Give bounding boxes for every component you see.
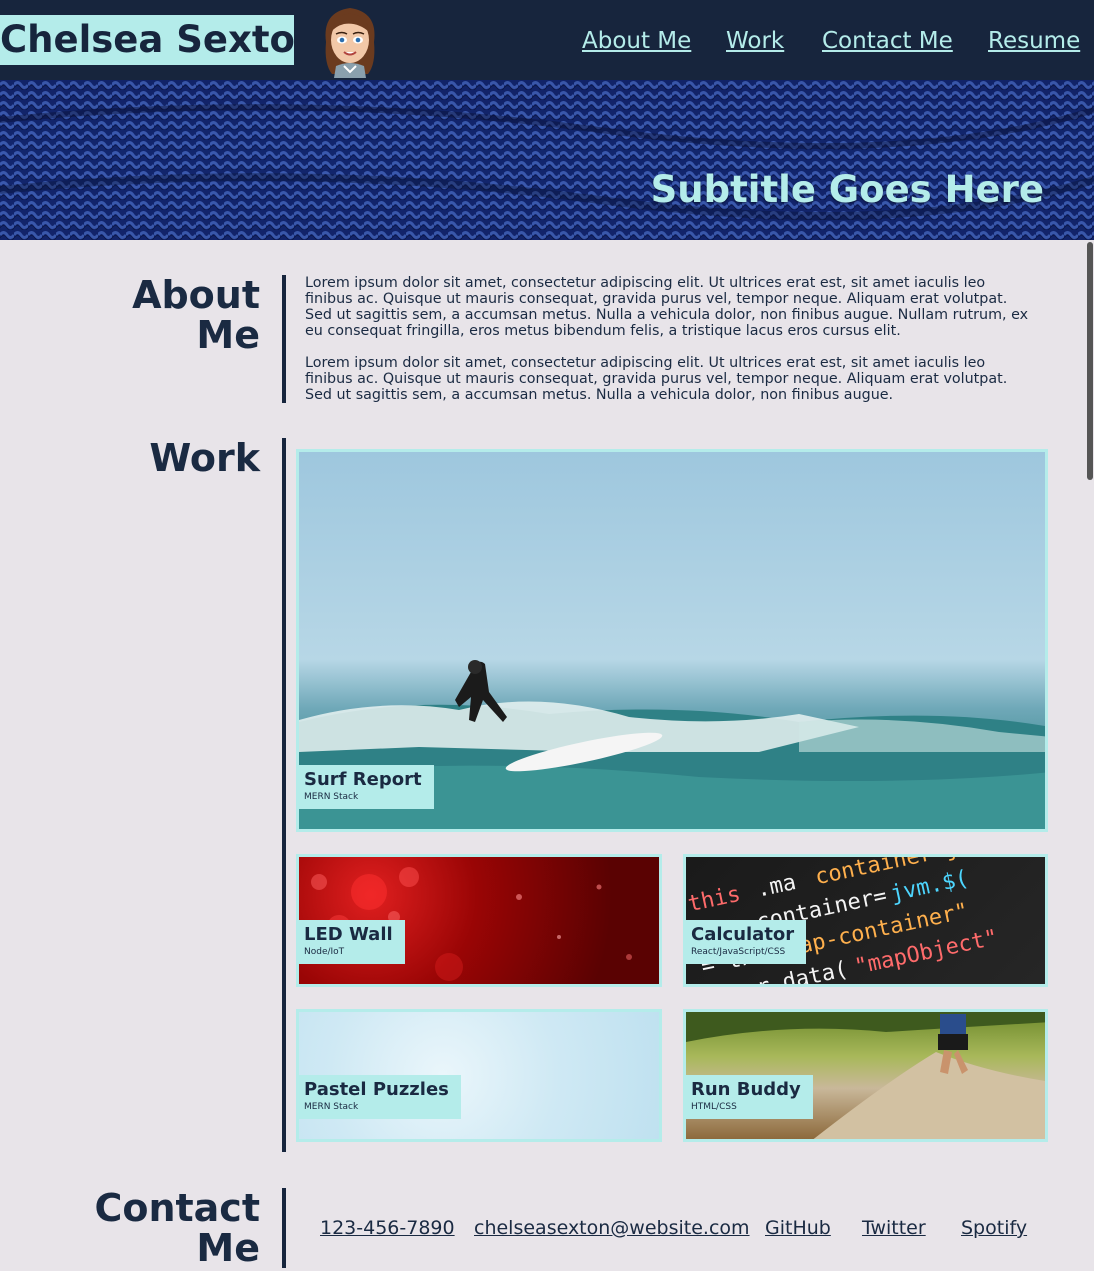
hero-subtitle: Subtitle Goes Here bbox=[650, 168, 1044, 211]
project-card-run-buddy[interactable]: Run Buddy HTML/CSS bbox=[683, 1009, 1048, 1142]
scrollbar-thumb[interactable] bbox=[1087, 242, 1093, 480]
nav-contact-me[interactable]: Contact Me bbox=[822, 24, 953, 58]
project-title: Pastel Puzzles bbox=[304, 1079, 449, 1100]
project-label: Surf Report MERN Stack bbox=[299, 765, 434, 809]
work-title: Work bbox=[149, 436, 260, 480]
about-text: Lorem ipsum dolor sit amet, consectetur … bbox=[305, 275, 1035, 419]
about-divider bbox=[282, 275, 286, 403]
project-label: Run Buddy HTML/CSS bbox=[686, 1075, 813, 1119]
project-card-led-wall[interactable]: LED Wall Node/IoT bbox=[296, 854, 662, 987]
contact-divider bbox=[282, 1188, 286, 1268]
project-title: Run Buddy bbox=[691, 1079, 801, 1100]
contact-email-link[interactable]: chelseasexton@website.com bbox=[474, 1215, 750, 1241]
site-header: Chelsea Sexton About Me Work Contact Me … bbox=[0, 0, 1094, 80]
project-stack: MERN Stack bbox=[304, 1102, 359, 1112]
nav-about-me[interactable]: About Me bbox=[582, 24, 691, 58]
contact-phone-link[interactable]: 123-456-7890 bbox=[320, 1215, 455, 1241]
contact-spotify-link[interactable]: Spotify bbox=[961, 1215, 1027, 1241]
svg-text:.ma: .ma bbox=[754, 870, 798, 903]
nav-resume[interactable]: Resume bbox=[988, 24, 1080, 58]
contact-title: Contact Me bbox=[94, 1186, 260, 1270]
svg-text:this: this bbox=[686, 882, 743, 917]
project-stack: Node/IoT bbox=[304, 947, 345, 957]
project-title: Calculator bbox=[691, 924, 795, 945]
project-label: Calculator React/JavaScript/CSS bbox=[686, 920, 807, 964]
project-title: LED Wall bbox=[304, 924, 393, 945]
project-label: Pastel Puzzles MERN Stack bbox=[299, 1075, 461, 1119]
hero-banner: Subtitle Goes Here bbox=[0, 80, 1094, 240]
project-card-calculator[interactable]: this .ma container=jvm.$ this .container… bbox=[683, 854, 1048, 987]
project-card-pastel-puzzles[interactable]: Pastel Puzzles MERN Stack bbox=[296, 1009, 662, 1142]
project-title: Surf Report bbox=[304, 769, 422, 790]
project-label: LED Wall Node/IoT bbox=[299, 920, 405, 964]
contact-github-link[interactable]: GitHub bbox=[765, 1215, 831, 1241]
brand-name: Chelsea Sexton bbox=[0, 18, 294, 61]
about-paragraph-1: Lorem ipsum dolor sit amet, consectetur … bbox=[305, 275, 1029, 339]
project-stack: React/JavaScript/CSS bbox=[691, 947, 786, 957]
avatar bbox=[325, 8, 375, 78]
work-divider bbox=[282, 438, 286, 1152]
hero-background-image bbox=[0, 80, 1094, 240]
project-stack: HTML/CSS bbox=[691, 1102, 737, 1112]
project-stack: MERN Stack bbox=[304, 792, 359, 802]
about-paragraph-2: Lorem ipsum dolor sit amet, consectetur … bbox=[305, 355, 1008, 403]
about-title: About Me bbox=[132, 273, 260, 357]
project-card-surf-report[interactable]: Surf Report MERN Stack bbox=[296, 449, 1048, 832]
nav-work[interactable]: Work bbox=[726, 24, 784, 58]
site-brand[interactable]: Chelsea Sexton bbox=[0, 15, 294, 65]
contact-twitter-link[interactable]: Twitter bbox=[862, 1215, 926, 1241]
